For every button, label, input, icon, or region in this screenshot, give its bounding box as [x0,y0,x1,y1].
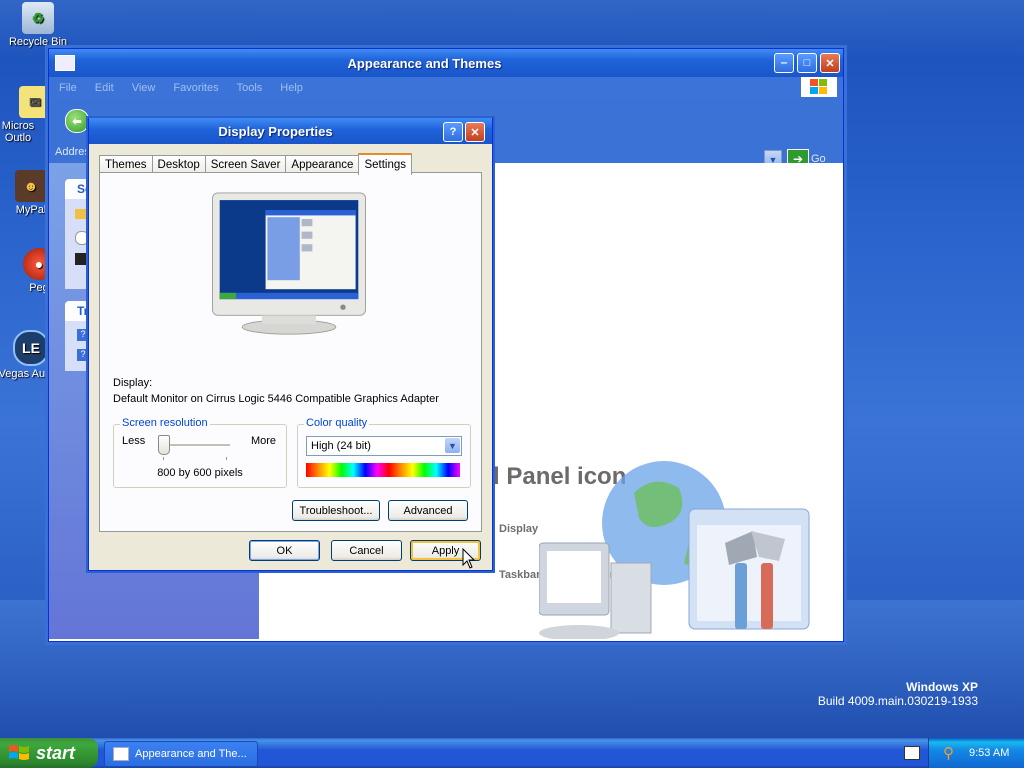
taskbar-item-label: Appearance and The... [135,748,247,760]
cancel-button[interactable]: Cancel [331,540,402,561]
windows-edition-watermark: Windows XP [906,680,978,694]
color-quality-selected: High (24 bit) [311,440,371,452]
search-icon[interactable]: ⚲ [943,744,954,762]
taskbar-item-appearance-themes[interactable]: Appearance and The... [104,741,258,767]
color-spectrum-bar [306,463,460,477]
dialog-title: Display Properties [218,123,333,139]
taskbar: start Appearance and The... ⚲ 9:53 AM [0,738,1024,768]
resolution-value: 800 by 600 pixels [157,467,243,479]
chevron-down-icon[interactable]: ▼ [445,438,460,453]
keyboard-icon[interactable] [904,746,920,760]
recycle-bin-icon: ♻ [22,2,54,34]
help-button[interactable]: ? [443,122,463,142]
minimize-button[interactable]: ‒ [774,53,794,73]
menu-help[interactable]: Help [280,82,303,94]
menu-tools[interactable]: Tools [237,82,263,94]
display-label: Display: [113,377,153,389]
mouse-cursor-icon [462,548,476,569]
advanced-button[interactable]: Advanced [388,500,468,521]
color-quality-legend: Color quality [304,417,370,429]
dialog-close-button[interactable]: ✕ [465,122,485,142]
explorer-title: Appearance and Themes [347,55,502,71]
clock[interactable]: 9:53 AM [969,747,1009,759]
troubleshoot-button[interactable]: Troubleshoot... [292,500,380,521]
windows-flag-icon [9,745,29,760]
dialog-title-bar[interactable]: Display Properties ? ✕ [89,118,492,144]
start-button[interactable]: start [0,738,98,768]
outlook-icon: ✉ [19,86,51,118]
menu-file[interactable]: File [59,82,77,94]
explorer-title-bar[interactable]: Appearance and Themes ‒ □ ✕ [49,49,843,77]
desktop-icon-recycle-bin[interactable]: ♻ Recycle Bin [3,2,73,48]
folder-icon[interactable] [75,209,87,219]
system-tray: ⚲ 9:53 AM [928,738,1024,768]
window-app-icon [55,55,75,71]
start-label: start [36,742,76,763]
mypal-icon: ☻ [15,170,47,202]
menu-view[interactable]: View [132,82,156,94]
settings-tab-panel: Display: Default Monitor on Cirrus Logic… [99,172,482,532]
display-properties-dialog: Display Properties ? ✕ Themes Desktop Sc… [88,118,493,571]
mouse-icon[interactable] [75,231,89,245]
ok-button[interactable]: OK [249,540,320,561]
appearance-themes-illustration-icon [539,461,810,639]
color-quality-group: Color quality High (24 bit) ▼ [297,417,471,488]
monitor-preview-icon [212,192,366,335]
desktop-icon-label: Micros Outlo [1,120,35,144]
display-icon[interactable] [75,253,87,265]
color-quality-select[interactable]: High (24 bit) ▼ [306,436,462,456]
back-arrow-icon[interactable]: ⬅ [65,109,89,133]
menu-bar: File Edit View Favorites Tools Help [49,77,843,99]
vegas-audio-icon: LE [13,330,49,366]
menu-edit[interactable]: Edit [95,82,114,94]
desktop-icon-label: Recycle Bin [8,36,68,48]
screen-resolution-group: Screen resolution Less More 800 by 600 p… [113,417,287,488]
resolution-less-label: Less [122,435,146,447]
tab-settings[interactable]: Settings [358,153,413,175]
resolution-slider-thumb[interactable] [158,435,170,455]
window-app-icon [113,747,129,761]
display-adapter-value: Default Monitor on Cirrus Logic 5446 Com… [113,393,439,405]
slider-ticks [163,457,227,460]
maximize-button[interactable]: □ [797,53,817,73]
display-link[interactable]: Display [499,523,538,535]
tab-strip: Themes Desktop Screen Saver Appearance S… [99,153,413,175]
resolution-more-label: More [250,435,276,447]
menu-favorites[interactable]: Favorites [173,82,218,94]
windows-build-watermark: Build 4009.main.030219-1933 [817,694,978,708]
close-button[interactable]: ✕ [820,53,840,73]
screen-resolution-legend: Screen resolution [120,417,210,429]
windows-logo-icon [801,77,837,97]
